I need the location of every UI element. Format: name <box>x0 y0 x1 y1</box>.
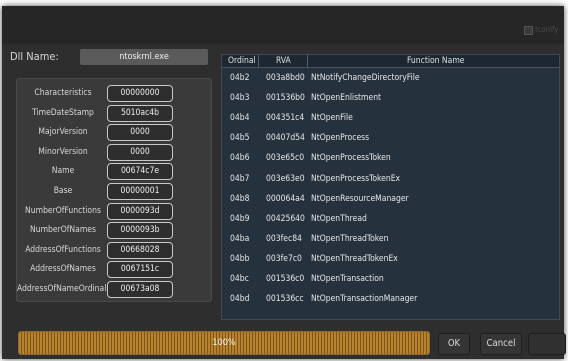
dll-name-label: Dll Name: <box>10 50 59 63</box>
property-value-field[interactable]: 00668028 <box>107 241 173 259</box>
property-label: TimeDateStamp <box>32 107 94 118</box>
property-label: MinorVersion <box>38 146 88 157</box>
table-row[interactable]: 04bb 003fe7c0 NtOpenThreadTokenEx <box>222 250 559 270</box>
rva-cell: 003fe7c0 <box>266 253 302 264</box>
function-name-cell: NtOpenResourceManager <box>311 193 409 204</box>
ordinal-cell: 04b9 <box>230 213 250 224</box>
col-header-ordinal[interactable]: Ordinal <box>228 56 256 66</box>
function-name-cell: NtOpenProcessTokenEx <box>311 173 401 184</box>
rva-cell: 001536b0 <box>266 93 305 104</box>
function-name-cell: NtOpenThreadTokenEx <box>311 253 398 264</box>
property-value-field[interactable]: 0000093d <box>107 202 173 220</box>
function-name-cell: NtOpenProcessToken <box>311 153 391 164</box>
rva-cell: 003e65c0 <box>266 153 305 164</box>
property-label: Base <box>53 186 73 196</box>
export-directory-panel: Characteristics 00000000 TimeDateStamp 5010… <box>16 78 212 302</box>
ordinal-cell: 04bb <box>230 253 250 264</box>
property-label: AddressOfNames <box>30 264 96 275</box>
property-label: AddressOfFunctions <box>25 244 101 255</box>
table-row[interactable]: 04b6 003e65c0 NtOpenProcessToken <box>222 149 559 169</box>
function-name-cell: NtOpenEnlistment <box>311 93 382 104</box>
column-divider[interactable] <box>258 55 259 67</box>
table-row[interactable]: 04ba 003fec84 NtOpenThreadToken <box>222 230 559 250</box>
table-row[interactable]: 04b2 003a8bd0 NtNotifyChangeDirectoryFile <box>222 69 559 89</box>
disabled-button[interactable] <box>528 333 566 355</box>
top-strip: Iconify <box>2 6 564 44</box>
rva-cell: 001536c0 <box>266 274 305 284</box>
table-row[interactable]: 04b8 000064a4 NtOpenResourceManager <box>222 190 559 210</box>
table-row[interactable]: 04b5 00407d54 NtOpenProcess <box>222 129 559 149</box>
rva-cell: 001536cc <box>266 294 304 305</box>
ordinal-cell: 04b4 <box>230 113 250 124</box>
ordinal-cell: 04b8 <box>230 193 250 204</box>
table-header: Ordinal RVA Function Name <box>222 55 559 68</box>
property-value-field[interactable]: 00000000 <box>107 85 173 102</box>
property-label: Name <box>51 166 75 177</box>
table-row[interactable]: 04b7 003e63e0 NtOpenProcessTokenEx <box>222 170 559 190</box>
export-viewer-window: Iconify Dll Name: ntoskrnl.exe Character… <box>2 6 566 359</box>
property-label: NumberOfFunctions <box>25 205 101 216</box>
ordinal-cell: 04ba <box>230 233 250 244</box>
ordinal-cell: 04bd <box>230 294 250 305</box>
rva-cell: 003fec84 <box>266 233 302 244</box>
property-label: NumberOfNames <box>30 225 96 236</box>
property-value-field[interactable]: 0000 <box>107 124 173 142</box>
exports-table: Ordinal RVA Function Name 04b2 003a8bd0 Nt… <box>221 54 560 320</box>
function-name-cell: NtOpenTransactionManager <box>311 294 418 305</box>
ordinal-cell: 04b5 <box>230 133 250 144</box>
rva-cell: 00425640 <box>266 213 305 224</box>
cancel-button[interactable]: Cancel <box>480 333 522 355</box>
property-label: MajorVersion <box>38 127 88 138</box>
ordinal-cell: 04b6 <box>230 153 250 164</box>
function-name-cell: NtOpenThread <box>311 213 367 224</box>
ordinal-cell: 04b2 <box>230 73 250 83</box>
rva-cell: 003e63e0 <box>266 173 305 184</box>
table-row[interactable]: 04bc 001536c0 NtOpenTransaction <box>222 270 559 290</box>
table-row[interactable]: 04b4 004351c4 NtOpenFile <box>222 109 559 129</box>
progress-text: 100% <box>212 338 236 348</box>
property-value-field[interactable]: 0067151c <box>107 261 173 279</box>
function-name-cell: NtNotifyChangeDirectoryFile <box>311 73 420 83</box>
function-name-cell: NtOpenFile <box>311 113 353 124</box>
dll-name-field[interactable]: ntoskrnl.exe <box>80 49 208 65</box>
function-name-cell: NtOpenThreadToken <box>311 233 389 244</box>
col-header-rva[interactable]: RVA <box>276 56 291 66</box>
rva-cell: 00407d54 <box>266 133 305 144</box>
function-name-cell: NtOpenTransaction <box>311 274 384 284</box>
property-label: Characteristics <box>34 88 92 98</box>
column-divider[interactable] <box>307 55 308 67</box>
property-value-field[interactable]: 5010ac4b <box>107 104 173 122</box>
iconify-checkbox[interactable] <box>524 26 533 35</box>
rva-cell: 000064a4 <box>266 193 305 204</box>
progress-bar: 100% <box>18 331 430 355</box>
property-label: AddressOfNameOrdinals <box>17 284 111 294</box>
property-value-field[interactable]: 0000093b <box>107 222 173 240</box>
table-row[interactable]: 04b9 00425640 NtOpenThread <box>222 210 559 230</box>
property-value-field[interactable]: 0000 <box>107 143 173 161</box>
property-value-field[interactable]: 00000001 <box>107 183 173 200</box>
rva-cell: 003a8bd0 <box>266 73 305 83</box>
rva-cell: 004351c4 <box>266 113 305 124</box>
ok-button[interactable]: OK <box>438 333 470 355</box>
ordinal-cell: 04b3 <box>230 93 250 104</box>
property-value-field[interactable]: 00673a08 <box>107 281 173 298</box>
table-row[interactable]: 04b3 001536b0 NtOpenEnlistment <box>222 89 559 109</box>
function-name-cell: NtOpenProcess <box>311 133 370 144</box>
table-row[interactable]: 04bd 001536cc NtOpenTransactionManager <box>222 290 559 310</box>
iconify-label: Iconify <box>535 25 559 34</box>
col-header-function-name[interactable]: Function Name <box>407 56 464 66</box>
ordinal-cell: 04bc <box>230 274 249 284</box>
property-value-field[interactable]: 00674c7e <box>107 163 173 181</box>
ordinal-cell: 04b7 <box>230 173 250 184</box>
